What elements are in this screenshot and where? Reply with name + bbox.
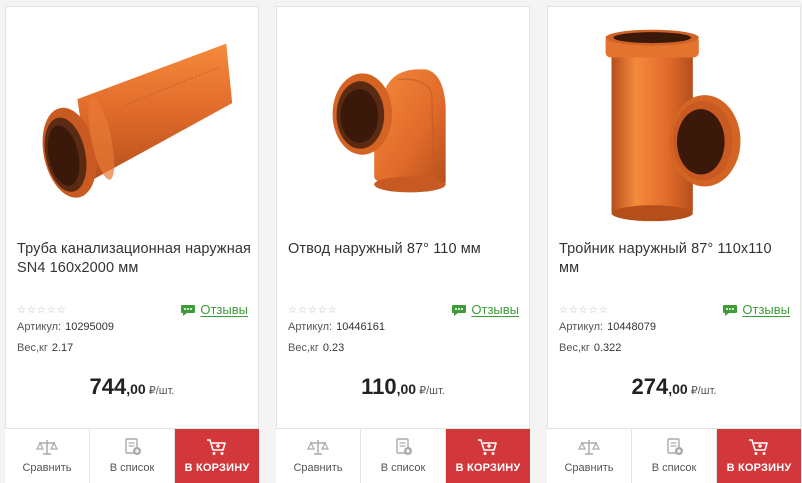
reviews-link[interactable]: Отзывы: [451, 302, 519, 317]
card-actions: Сравнить В список В КОРЗИНУ: [276, 428, 530, 483]
cart-icon: [749, 439, 768, 455]
sku-value: 10295009: [65, 321, 115, 333]
weight-value: 0.23: [322, 342, 345, 354]
compare-button[interactable]: Сравнить: [5, 429, 90, 483]
sku-label: Артикул:: [559, 321, 604, 333]
list-add-icon: [667, 438, 683, 455]
product-image-pipe[interactable]: [6, 7, 258, 229]
sku-row: Артикул: 10295009: [17, 321, 114, 333]
add-to-cart-button[interactable]: В КОРЗИНУ: [717, 429, 801, 483]
scales-icon: [36, 440, 58, 455]
cart-label: В КОРЗИНУ: [455, 462, 521, 474]
product-title[interactable]: Отвод наружный 87° 110 мм: [288, 240, 524, 259]
weight-row: Вес,кг 2.17: [17, 342, 73, 354]
card-actions: Сравнить В список В КОРЗИНУ: [5, 428, 259, 483]
rating-stars[interactable]: ☆☆☆☆☆: [288, 305, 338, 316]
reviews-label[interactable]: Отзывы: [742, 302, 790, 317]
price-decimal: ,00: [396, 381, 417, 397]
tee-image: [605, 29, 741, 222]
weight-row: Вес,кг 0.23: [288, 342, 344, 354]
sku-label: Артикул:: [17, 321, 62, 333]
compare-button[interactable]: Сравнить: [547, 429, 632, 483]
add-to-cart-button[interactable]: В КОРЗИНУ: [175, 429, 259, 483]
pipe-image: [42, 43, 233, 198]
reviews-link[interactable]: Отзывы: [180, 302, 248, 317]
rating-stars[interactable]: ☆☆☆☆☆: [559, 305, 609, 316]
cart-icon: [478, 439, 497, 455]
compare-label: Сравнить: [564, 462, 614, 474]
cart-label: В КОРЗИНУ: [184, 462, 250, 474]
add-to-cart-button[interactable]: В КОРЗИНУ: [446, 429, 530, 483]
reviews-label[interactable]: Отзывы: [471, 302, 519, 317]
product-card: Отвод наружный 87° 110 мм ☆☆☆☆☆ Отзывы А…: [276, 6, 530, 483]
add-to-list-button[interactable]: В список: [90, 429, 175, 483]
compare-label: Сравнить: [22, 462, 72, 474]
weight-label: Вес,кг: [559, 342, 590, 354]
product-image-elbow[interactable]: [277, 7, 529, 229]
weight-row: Вес,кг 0.322: [559, 342, 621, 354]
sku-value: 10446161: [336, 321, 386, 333]
price-integer: 110: [361, 374, 397, 399]
list-label: В список: [380, 462, 426, 474]
add-to-list-button[interactable]: В список: [632, 429, 717, 483]
list-add-icon: [396, 438, 412, 455]
scales-icon: [307, 440, 329, 455]
sku-row: Артикул: 10446161: [288, 321, 385, 333]
elbow-image: [332, 69, 446, 193]
add-to-list-button[interactable]: В список: [361, 429, 446, 483]
price: 744,00 ₽/шт.: [6, 374, 258, 400]
price-decimal: ,00: [668, 381, 688, 397]
cart-label: В КОРЗИНУ: [726, 462, 792, 474]
list-label: В список: [109, 462, 155, 474]
compare-label: Сравнить: [293, 462, 343, 474]
speech-bubble-icon: [723, 304, 738, 316]
speech-bubble-icon: [452, 304, 467, 316]
product-title[interactable]: Труба канализационная наружная SN4 160х2…: [17, 240, 253, 278]
list-label: В список: [651, 462, 697, 474]
product-card: Труба канализационная наружная SN4 160х2…: [5, 6, 259, 483]
sku-value: 10448079: [607, 321, 657, 333]
weight-label: Вес,кг: [288, 342, 319, 354]
weight-value: 0.322: [593, 342, 622, 354]
reviews-link[interactable]: Отзывы: [722, 302, 790, 317]
price: 274,00 ₽/шт.: [548, 374, 800, 400]
sku-label: Артикул:: [288, 321, 333, 333]
rating-stars[interactable]: ☆☆☆☆☆: [17, 305, 67, 316]
cart-icon: [207, 439, 226, 455]
list-add-icon: [125, 438, 141, 455]
price-unit: ₽/шт.: [148, 385, 175, 397]
price: 110,00 ₽/шт.: [277, 374, 529, 400]
price-unit: ₽/шт.: [419, 385, 445, 397]
price-unit: ₽/шт.: [690, 385, 717, 397]
product-card: Тройник наружный 87° 110х110 мм ☆☆☆☆☆ От…: [547, 6, 801, 483]
scales-icon: [578, 440, 600, 455]
sku-row: Артикул: 10448079: [559, 321, 656, 333]
weight-label: Вес,кг: [17, 342, 48, 354]
weight-value: 2.17: [51, 342, 74, 354]
speech-bubble-icon: [181, 304, 196, 316]
product-title[interactable]: Тройник наружный 87° 110х110 мм: [559, 240, 795, 278]
price-decimal: ,00: [126, 381, 146, 397]
price-integer: 744: [89, 374, 127, 399]
price-integer: 274: [631, 374, 669, 399]
product-image-tee[interactable]: [548, 7, 800, 229]
compare-button[interactable]: Сравнить: [276, 429, 361, 483]
card-actions: Сравнить В список В КОРЗИНУ: [547, 428, 801, 483]
reviews-label[interactable]: Отзывы: [200, 302, 248, 317]
